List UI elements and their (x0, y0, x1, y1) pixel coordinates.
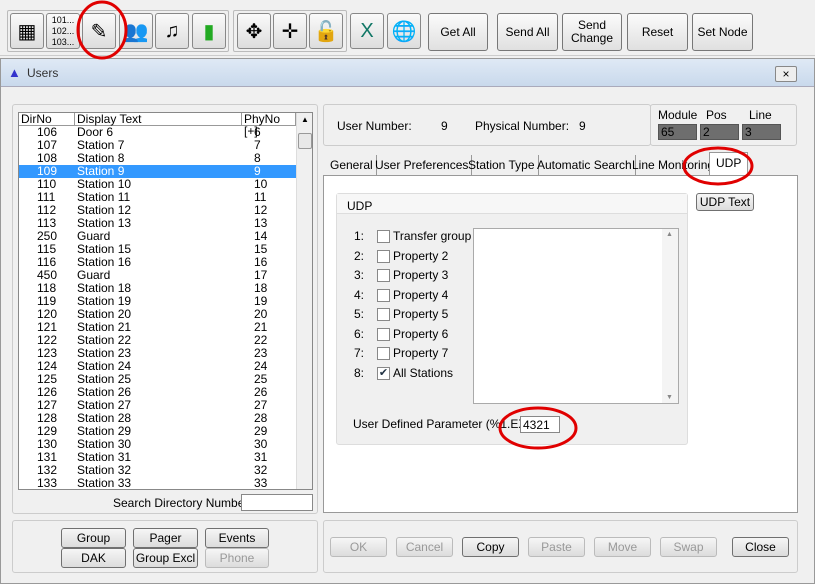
property-label: Property 6 (393, 326, 449, 341)
directory-book-icon[interactable]: ▦ (10, 13, 44, 49)
udp-text-button[interactable]: UDP Text (696, 193, 754, 211)
search-label: Search Directory Number: (113, 496, 252, 510)
user-list: DirNo Display Text PhyNo [+] 106 Door 661… (18, 112, 313, 490)
line-field: 3 (742, 124, 781, 140)
globe-icon[interactable]: 🌐 (387, 13, 421, 49)
tab-station-type[interactable]: Station Type (465, 155, 539, 176)
scroll-down-icon[interactable]: ▼ (666, 394, 673, 401)
property-number: 1: (354, 229, 365, 243)
send-change-button[interactable]: Send Change (562, 13, 622, 51)
property-checkbox[interactable] (377, 230, 390, 243)
property-checkbox[interactable] (377, 269, 390, 282)
paste-button: Paste (528, 537, 585, 557)
reset-button[interactable]: Reset (627, 13, 688, 51)
move-button: Move (594, 537, 651, 557)
pos-field: 2 (700, 124, 739, 140)
column-header-phyno[interactable]: PhyNo [+] (242, 113, 296, 137)
dak-button[interactable]: DAK (61, 548, 126, 568)
property-number: 5: (354, 307, 365, 321)
handset-icon[interactable]: ✎ (82, 13, 116, 49)
scroll-up-icon[interactable]: ▲ (298, 115, 312, 127)
tab-user-preferences[interactable]: User Preferences (372, 155, 473, 176)
lock-icon[interactable]: 🔓 (309, 13, 343, 49)
user-defined-parameter-input[interactable] (520, 416, 560, 433)
tab-automatic-search[interactable]: Automatic Search (534, 155, 636, 176)
property-label: Property 2 (393, 248, 449, 263)
module-label: Module (658, 108, 698, 122)
close-button[interactable]: Close (732, 537, 789, 557)
param-label: User Defined Parameter (%1.EXP): (353, 417, 542, 431)
textarea-scrollbar[interactable]: ▲ ▼ (662, 229, 678, 403)
property-label: Property 3 (393, 268, 449, 282)
ok-button: OK (330, 537, 387, 557)
send-all-button[interactable]: Send All (497, 13, 558, 51)
app-triangle-icon: ▲ (8, 65, 21, 80)
window-title: Users (27, 66, 59, 80)
title-bar: ▲ Users × (1, 59, 814, 87)
property-number: 3: (354, 268, 365, 282)
property-checkbox[interactable] (377, 249, 390, 263)
pos-label: Pos (706, 108, 727, 122)
swap-button: Swap (660, 537, 717, 557)
display-text-cell: Station 33 (77, 476, 132, 490)
scroll-up-icon[interactable]: ▲ (666, 231, 673, 238)
copy-button[interactable]: Copy (462, 537, 519, 557)
dirno-cell: 133 (37, 476, 58, 490)
tab-udp[interactable]: UDP (709, 152, 749, 176)
cancel-button: Cancel (396, 537, 453, 557)
tab-general[interactable]: General (327, 155, 377, 176)
property-label: All Stations (393, 365, 454, 380)
events-button[interactable]: Events (205, 528, 269, 548)
close-window-button[interactable]: × (775, 66, 797, 82)
get-all-button[interactable]: Get All (428, 13, 488, 51)
user-number-value: 9 (441, 119, 448, 133)
property-checkbox[interactable]: ✔ (377, 366, 390, 380)
property-number: 4: (354, 287, 365, 302)
property-checkbox[interactable] (377, 327, 390, 341)
phone-button: Phone (205, 548, 269, 568)
udp-group-title: UDP (337, 194, 687, 214)
property-label: Property 4 (393, 287, 449, 302)
set-node-button[interactable]: Set Node (692, 13, 753, 51)
list-scrollbar[interactable]: ▲ (296, 113, 312, 489)
physical-number-value: 9 (579, 119, 586, 133)
excel-icon[interactable]: X (350, 13, 384, 49)
phyno-cell: 33 (254, 476, 268, 490)
module-field: 65 (658, 124, 697, 140)
property-number: 6: (354, 326, 365, 341)
pager-button[interactable]: Pager (133, 528, 198, 548)
property-number: 2: (354, 248, 365, 263)
property-label: Property 5 (393, 307, 449, 321)
scroll-thumb[interactable] (298, 133, 312, 149)
property-checkbox[interactable] (377, 308, 390, 321)
tab-line-monitoring[interactable]: Line Monitoring (629, 155, 717, 176)
property-number: 7: (354, 346, 365, 360)
music-notes-icon[interactable]: ♫ (155, 13, 189, 49)
arrows-cross-icon[interactable]: ✛ (273, 13, 307, 49)
property-checkbox[interactable] (377, 347, 390, 360)
udp-text-area[interactable]: ▲ ▼ (473, 228, 679, 404)
table-row[interactable]: 133 Station 33 33 (19, 477, 296, 490)
line-label: Line (749, 108, 772, 122)
property-number: 8: (354, 365, 365, 380)
arrows-out-icon[interactable]: ✥ (237, 13, 271, 49)
group-excl-button[interactable]: Group Excl (133, 548, 198, 568)
user-number-label: User Number: (337, 119, 412, 133)
group-button[interactable]: Group (61, 528, 126, 548)
property-checkbox[interactable] (377, 288, 390, 302)
property-label: Property 7 (393, 346, 449, 360)
toolbar: ▦ 101... 102... 103... ✎ 👥 ♫ ▮ ✥ ✛ 🔓 X 🌐 G… (0, 0, 815, 56)
number-list-icon[interactable]: 101... 102... 103... (46, 13, 80, 49)
pager-icon[interactable]: ▮ (192, 13, 226, 49)
physical-number-label: Physical Number: (475, 119, 570, 133)
property-label: Transfer group (393, 229, 472, 243)
search-directory-input[interactable] (241, 494, 313, 511)
users-group-icon[interactable]: 👥 (119, 13, 153, 49)
